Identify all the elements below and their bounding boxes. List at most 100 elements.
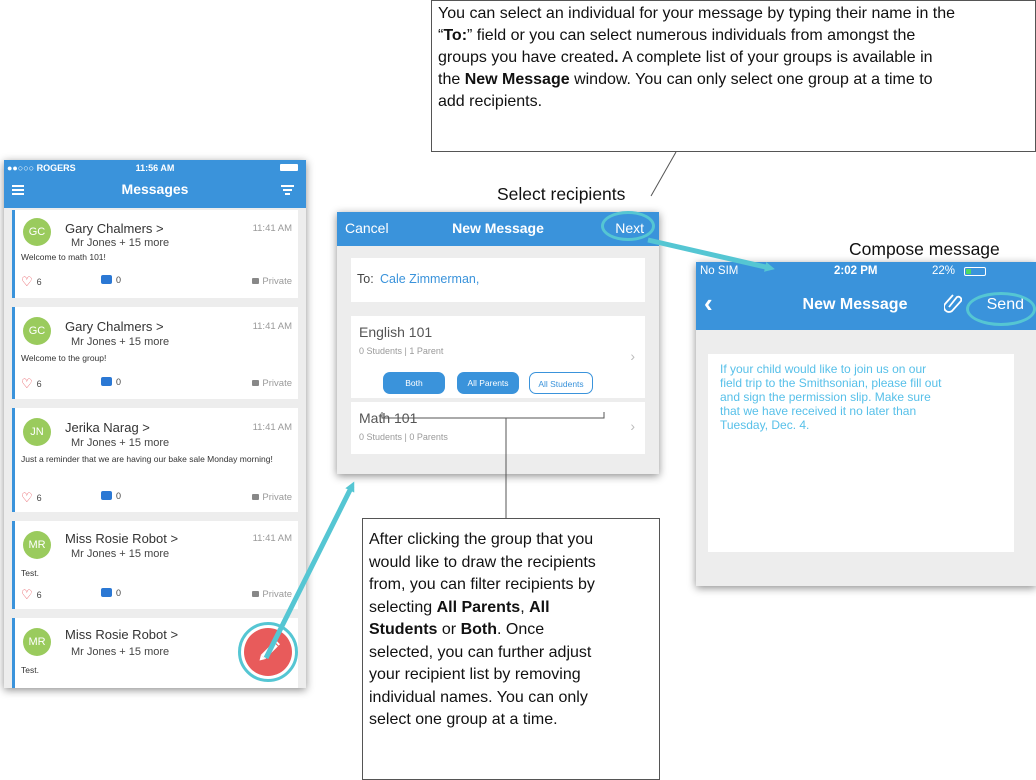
lock-icon xyxy=(252,380,260,386)
callout-bottom-line: select one group at a time. xyxy=(369,711,558,728)
compose-button[interactable] xyxy=(244,628,292,676)
chevron-right-icon: › xyxy=(630,418,635,434)
callout-bottom-line: your recipient list by removing xyxy=(369,666,581,683)
message-text: Welcome to the group! xyxy=(21,353,107,363)
to-label: To: xyxy=(357,272,374,286)
carrier-text: No SIM xyxy=(700,265,739,277)
clock-text: 2:02 PM xyxy=(834,265,878,277)
message-time: 11:41 AM xyxy=(252,533,292,544)
filter-all-students-button[interactable]: All Students xyxy=(529,372,593,394)
privacy-label: Private xyxy=(252,276,292,287)
select-recipients-screen: Cancel New Message Next To: Cale Zimmerm… xyxy=(337,212,659,474)
comment-button[interactable]: 0 xyxy=(101,588,121,598)
privacy-label: Private xyxy=(252,492,292,503)
pencil-icon xyxy=(259,639,281,661)
callout-bottom-line: would like to draw the recipients xyxy=(369,553,596,571)
message-body-text[interactable]: If your child would like to join us on o… xyxy=(720,362,950,432)
status-bar: No SIM 2:02 PM 22% xyxy=(700,265,1036,279)
comment-icon xyxy=(101,491,112,500)
callout-pointer-line xyxy=(650,151,677,197)
callout-bottom-line: selected, you can further adjust xyxy=(369,643,592,661)
chevron-right-icon: › xyxy=(630,348,635,364)
heart-icon: ♡ xyxy=(21,490,33,505)
message-text: Welcome to math 101! xyxy=(21,252,106,262)
avatar: MR xyxy=(23,628,51,656)
group-name: English 101 xyxy=(359,324,433,340)
to-recipient[interactable]: Cale Zimmerman, xyxy=(380,272,479,286)
clock-text: 11:56 AM xyxy=(135,163,175,173)
recipients-summary: Mr Jones + 15 more xyxy=(71,237,170,249)
group-name: Math 101 xyxy=(359,410,418,426)
recipients-summary: Mr Jones + 15 more xyxy=(71,646,170,658)
avatar: JN xyxy=(23,418,51,446)
avatar: GC xyxy=(23,317,51,345)
battery-icon xyxy=(280,164,298,171)
sender-name[interactable]: Miss Rosie Robot > xyxy=(65,627,178,642)
heart-icon: ♡ xyxy=(21,376,33,391)
sender-name[interactable]: Gary Chalmers > xyxy=(65,319,164,334)
message-card[interactable]: GC Gary Chalmers > Mr Jones + 15 more 11… xyxy=(12,307,298,399)
callout-bottom-line: Students or Both. Once xyxy=(369,621,545,638)
message-body-field[interactable]: If your child would like to join us on o… xyxy=(708,354,1014,552)
message-time: 11:41 AM xyxy=(252,223,292,234)
message-time: 11:41 AM xyxy=(252,422,292,433)
messages-screen: ●●○○○ ROGERS 11:56 AM Messages GC Gary C… xyxy=(4,160,306,688)
sender-name[interactable]: Miss Rosie Robot > xyxy=(65,531,178,546)
comment-icon xyxy=(101,588,112,597)
instruction-callout-top: You can select an individual for your me… xyxy=(431,0,1036,152)
lock-icon xyxy=(252,278,260,284)
message-card[interactable]: MR Miss Rosie Robot > Mr Jones + 15 more… xyxy=(12,521,298,609)
recipients-summary: Mr Jones + 15 more xyxy=(71,437,170,449)
callout-bottom-line: After clicking the group that you xyxy=(369,531,594,548)
avatar: GC xyxy=(23,218,51,246)
message-card[interactable]: JN Jerika Narag > Mr Jones + 15 more 11:… xyxy=(12,408,298,512)
group-meta: 0 Students | 1 Parent xyxy=(359,346,444,356)
callout-top-line4: the New Message window. You can only sel… xyxy=(438,71,933,88)
lock-icon xyxy=(252,591,260,597)
avatar: MR xyxy=(23,531,51,559)
message-text: Just a reminder that we are having our b… xyxy=(21,454,273,464)
group-english-101[interactable]: English 101 0 Students | 1 Parent › Both… xyxy=(351,316,645,398)
recipients-summary: Mr Jones + 15 more xyxy=(71,548,170,560)
comment-button[interactable]: 0 xyxy=(101,491,121,501)
message-time: 11:41 AM xyxy=(252,321,292,332)
filter-all-parents-button[interactable]: All Parents xyxy=(457,372,519,394)
heart-icon: ♡ xyxy=(21,274,33,289)
group-meta: 0 Students | 0 Parents xyxy=(359,432,448,442)
message-text: Test. xyxy=(21,568,39,578)
like-button[interactable]: ♡ 6 xyxy=(21,376,42,392)
callout-top-line5: add recipients. xyxy=(438,93,543,110)
callout-top-line3: groups you have created. A complete list… xyxy=(438,49,933,66)
recipients-summary: Mr Jones + 15 more xyxy=(71,336,170,348)
heart-icon: ♡ xyxy=(21,587,33,602)
like-button[interactable]: ♡ 6 xyxy=(21,274,42,290)
filter-icon[interactable] xyxy=(281,185,294,195)
sender-name[interactable]: Gary Chalmers > xyxy=(65,221,164,236)
lock-icon xyxy=(252,494,260,500)
like-button[interactable]: ♡ 6 xyxy=(21,587,42,603)
callout-bottom-line: selecting All Parents, All xyxy=(369,598,550,616)
compose-message-label: Compose message xyxy=(849,239,1000,259)
callout-top-line2: “To:” field or you can select numerous i… xyxy=(438,27,916,44)
group-math-101[interactable]: Math 101 0 Students | 0 Parents › xyxy=(351,402,645,454)
comment-button[interactable]: 0 xyxy=(101,275,121,285)
instruction-callout-bottom: After clicking the group that you would … xyxy=(362,518,660,780)
like-button[interactable]: ♡ 6 xyxy=(21,490,42,506)
to-field[interactable]: To: Cale Zimmerman, xyxy=(351,258,645,302)
filter-both-button[interactable]: Both xyxy=(383,372,445,394)
messages-title: Messages xyxy=(121,181,189,197)
privacy-label: Private xyxy=(252,378,292,389)
privacy-label: Private xyxy=(252,589,292,600)
messages-header: ●●○○○ ROGERS 11:56 AM Messages xyxy=(4,160,306,208)
comment-icon xyxy=(101,377,112,386)
send-highlight-ring xyxy=(966,292,1036,326)
comment-button[interactable]: 0 xyxy=(101,377,121,387)
next-highlight-ring xyxy=(601,211,655,241)
message-card[interactable]: GC Gary Chalmers > Mr Jones + 15 more 11… xyxy=(12,210,298,298)
select-recipients-label: Select recipients xyxy=(497,184,626,204)
callout-bottom-line: from, you can filter recipients by xyxy=(369,576,595,593)
sender-name[interactable]: Jerika Narag > xyxy=(65,420,150,435)
battery-text: 22% xyxy=(932,265,956,277)
comment-icon xyxy=(101,275,112,284)
paperclip-icon[interactable] xyxy=(944,292,962,314)
